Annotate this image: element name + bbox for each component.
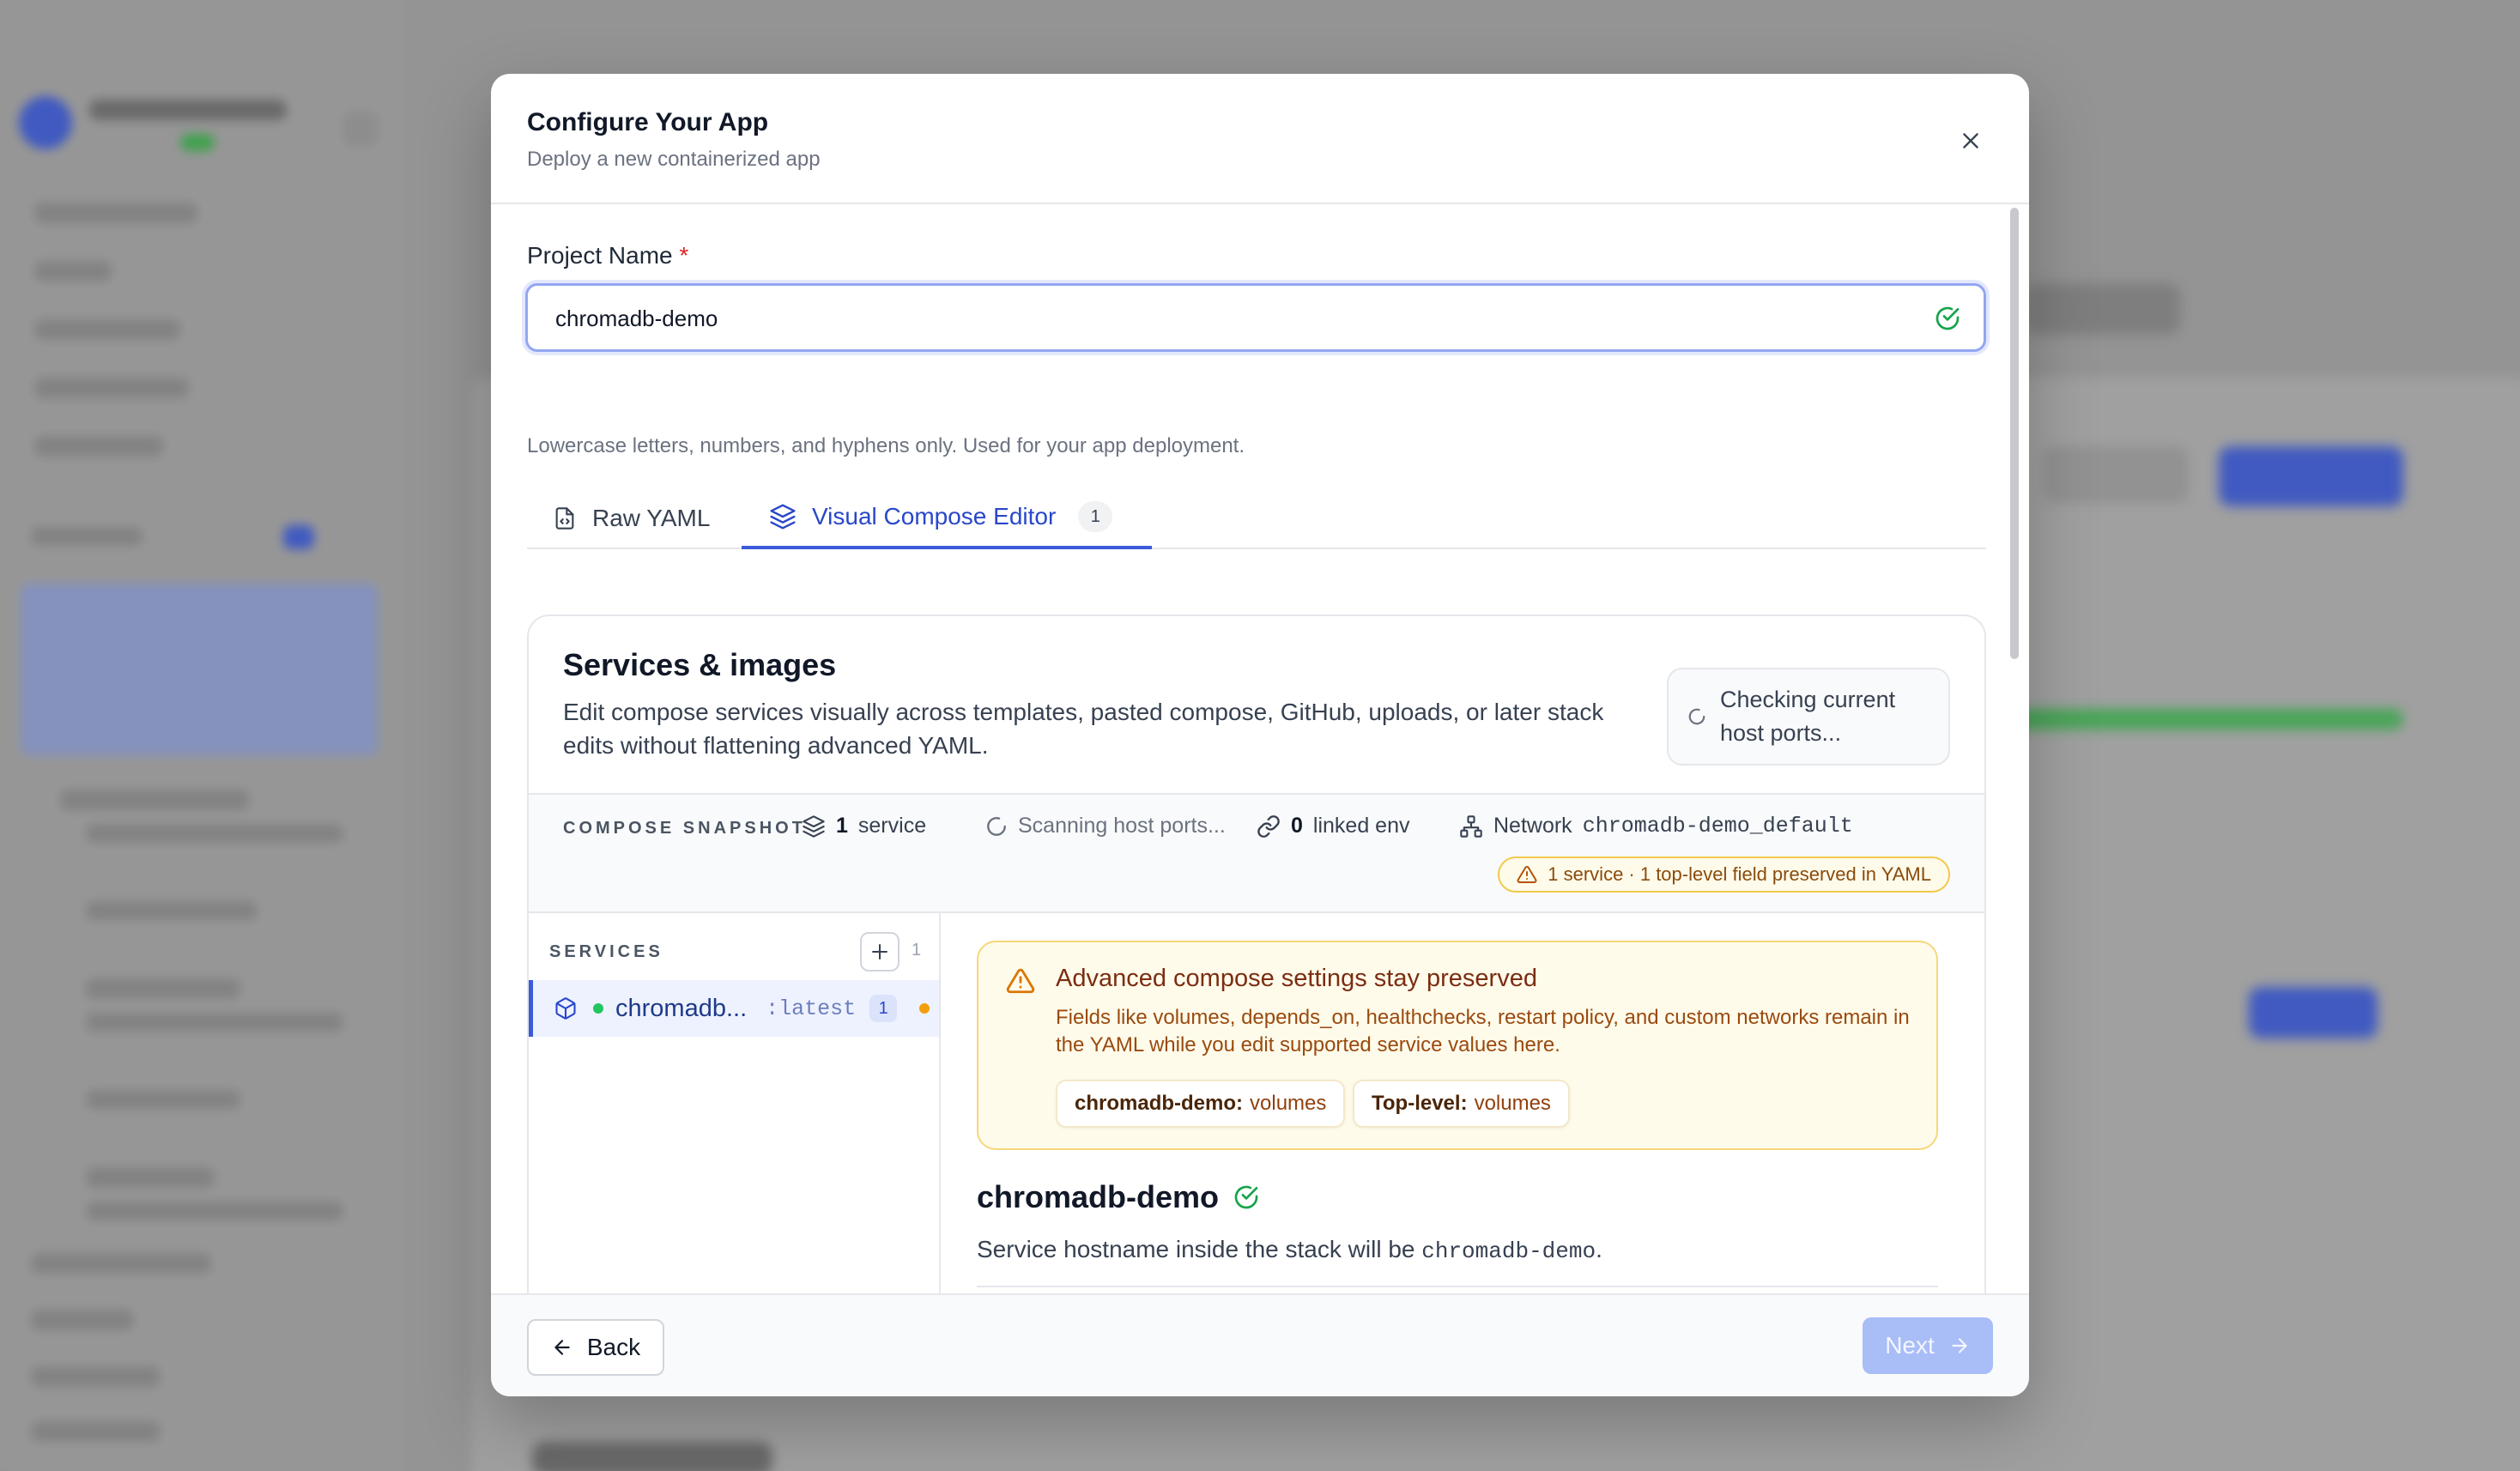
tab-raw-yaml-label: Raw YAML xyxy=(592,505,711,531)
services-list-label: SERVICES xyxy=(549,942,663,961)
checking-host-ports-button[interactable]: Checking current host ports... xyxy=(1667,668,1950,766)
link-icon xyxy=(1257,814,1280,838)
services-count: 1 xyxy=(912,941,922,959)
service-hostname: chromadb-demo xyxy=(1421,1238,1596,1264)
dialog-title: Configure Your App xyxy=(527,108,769,136)
service-item-badge: 1 xyxy=(869,995,898,1022)
preserved-field-chip: chromadb-demo: volumes xyxy=(1056,1080,1346,1128)
package-icon xyxy=(555,997,576,1020)
valid-check-icon xyxy=(1234,1185,1258,1209)
layers-icon xyxy=(803,814,825,838)
spinner-icon xyxy=(1688,708,1705,725)
preserved-settings-notice: Advanced compose settings stay preserved… xyxy=(977,941,1938,1150)
notice-title: Advanced compose settings stay preserved xyxy=(1056,965,1537,992)
service-item-tag: :latest xyxy=(766,996,857,1021)
network-name: chromadb-demo_default xyxy=(1582,814,1853,838)
snapshot-network: Network chromadb-demo_default xyxy=(1459,814,1853,838)
service-detail-heading: chromadb-demo xyxy=(977,1179,1260,1215)
dialog-subtitle: Deploy a new containerized app xyxy=(527,148,821,171)
arrow-left-icon xyxy=(554,1340,570,1355)
project-name-field[interactable] xyxy=(525,283,1986,352)
compose-snapshot: COMPOSE SNAPSHOT 1 service Scanning host… xyxy=(529,793,1984,913)
services-card-title: Services & images xyxy=(563,647,837,682)
file-code-icon xyxy=(555,507,574,530)
service-list-item[interactable]: chromadb... :latest 1 xyxy=(529,980,939,1037)
back-button[interactable]: Back xyxy=(527,1319,664,1376)
snapshot-service-count: 1 service xyxy=(802,814,926,838)
arrow-right-icon xyxy=(1952,1338,1967,1353)
services-card: Services & images Edit compose services … xyxy=(527,614,1986,1368)
layers-icon xyxy=(770,504,796,530)
service-hostname-text: Service hostname inside the stack will b… xyxy=(977,1236,1602,1264)
close-icon xyxy=(1963,133,1978,148)
required-mark: * xyxy=(679,242,689,269)
warning-icon xyxy=(1006,968,1035,994)
project-name-label: Project Name * xyxy=(527,242,689,269)
valid-check-icon xyxy=(1935,306,1960,330)
tab-count-badge: 1 xyxy=(1078,501,1113,532)
plus-icon xyxy=(872,944,887,959)
dialog-header: Configure Your App Deploy a new containe… xyxy=(491,74,2029,204)
snapshot-linked-env: 0 linked env xyxy=(1257,814,1409,838)
spinner-icon xyxy=(987,816,1006,836)
service-warning-dot xyxy=(919,1003,930,1014)
dialog-body: Project Name * Lowercase letters, number… xyxy=(491,206,2029,1368)
service-status-dot xyxy=(593,1003,603,1014)
snapshot-label: COMPOSE SNAPSHOT xyxy=(563,819,806,838)
dialog-footer: Back Next xyxy=(491,1293,2029,1396)
editor-tabs: Raw YAML Visual Compose Editor 1 xyxy=(527,487,1986,549)
checking-label: Checking current host ports... xyxy=(1720,687,1896,746)
close-button[interactable] xyxy=(1952,122,1990,160)
project-name-input[interactable] xyxy=(555,303,1877,334)
snapshot-scanning: Scanning host ports... xyxy=(985,814,1226,838)
services-card-description: Edit compose services visually across te… xyxy=(563,699,1604,759)
network-icon xyxy=(1460,814,1482,838)
tab-visual-compose-editor[interactable]: Visual Compose Editor 1 xyxy=(742,487,1152,549)
add-service-button[interactable] xyxy=(860,932,900,972)
configure-app-dialog: Configure Your App Deploy a new containe… xyxy=(491,74,2029,1396)
tab-visual-label: Visual Compose Editor xyxy=(812,503,1057,530)
preserved-fields-badge: 1 service · 1 top-level field preserved … xyxy=(1498,857,1950,893)
next-button[interactable]: Next xyxy=(1863,1317,1993,1374)
notice-text: Fields like volumes, depends_on, healthc… xyxy=(1056,1006,1910,1056)
tab-raw-yaml[interactable]: Raw YAML xyxy=(553,487,710,549)
project-name-hint: Lowercase letters, numbers, and hyphens … xyxy=(527,434,1245,457)
service-item-name: chromadb... xyxy=(615,994,748,1022)
preserved-field-chip: Top-level: volumes xyxy=(1353,1080,1570,1128)
divider xyxy=(977,1286,1938,1287)
warning-icon xyxy=(1517,865,1537,883)
